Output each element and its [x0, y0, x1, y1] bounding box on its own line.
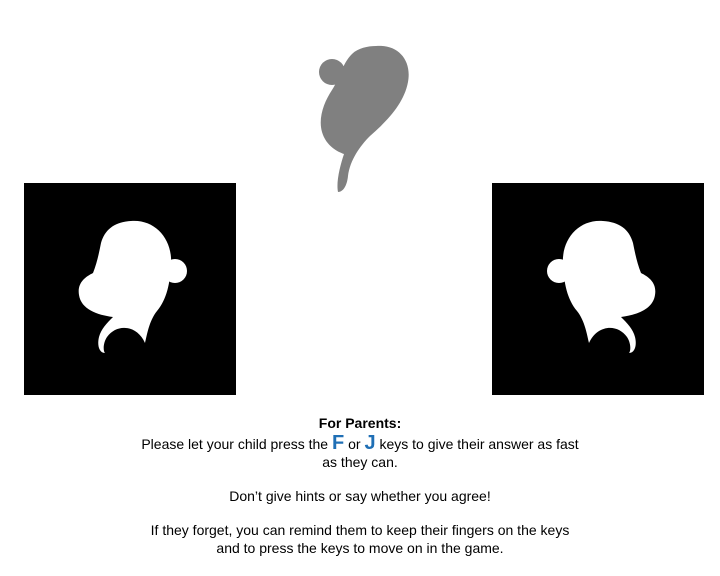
instructions-paragraph-2: Don’t give hints or say whether you agre…	[229, 488, 491, 504]
instructions-paragraph-1: For Parents: Please let your child press…	[140, 414, 580, 471]
instructions-paragraph-3: If they forget, you can remind them to k…	[150, 522, 570, 556]
instructions-heading: For Parents:	[318, 415, 402, 431]
parent-instructions: For Parents: Please let your child press…	[140, 414, 580, 573]
right-ghost-icon	[547, 220, 656, 353]
key-f-label: F	[331, 432, 345, 454]
target-ghost-icon	[319, 45, 409, 193]
left-ghost-icon	[78, 220, 187, 353]
right-choice-panel[interactable]	[492, 183, 704, 395]
instructions-text-before: Please let your child press the	[141, 436, 332, 452]
key-j-label: J	[364, 432, 376, 454]
instructions-text-middle: or	[344, 436, 365, 452]
left-choice-panel[interactable]	[24, 183, 236, 395]
target-ghost-shape	[319, 45, 409, 193]
